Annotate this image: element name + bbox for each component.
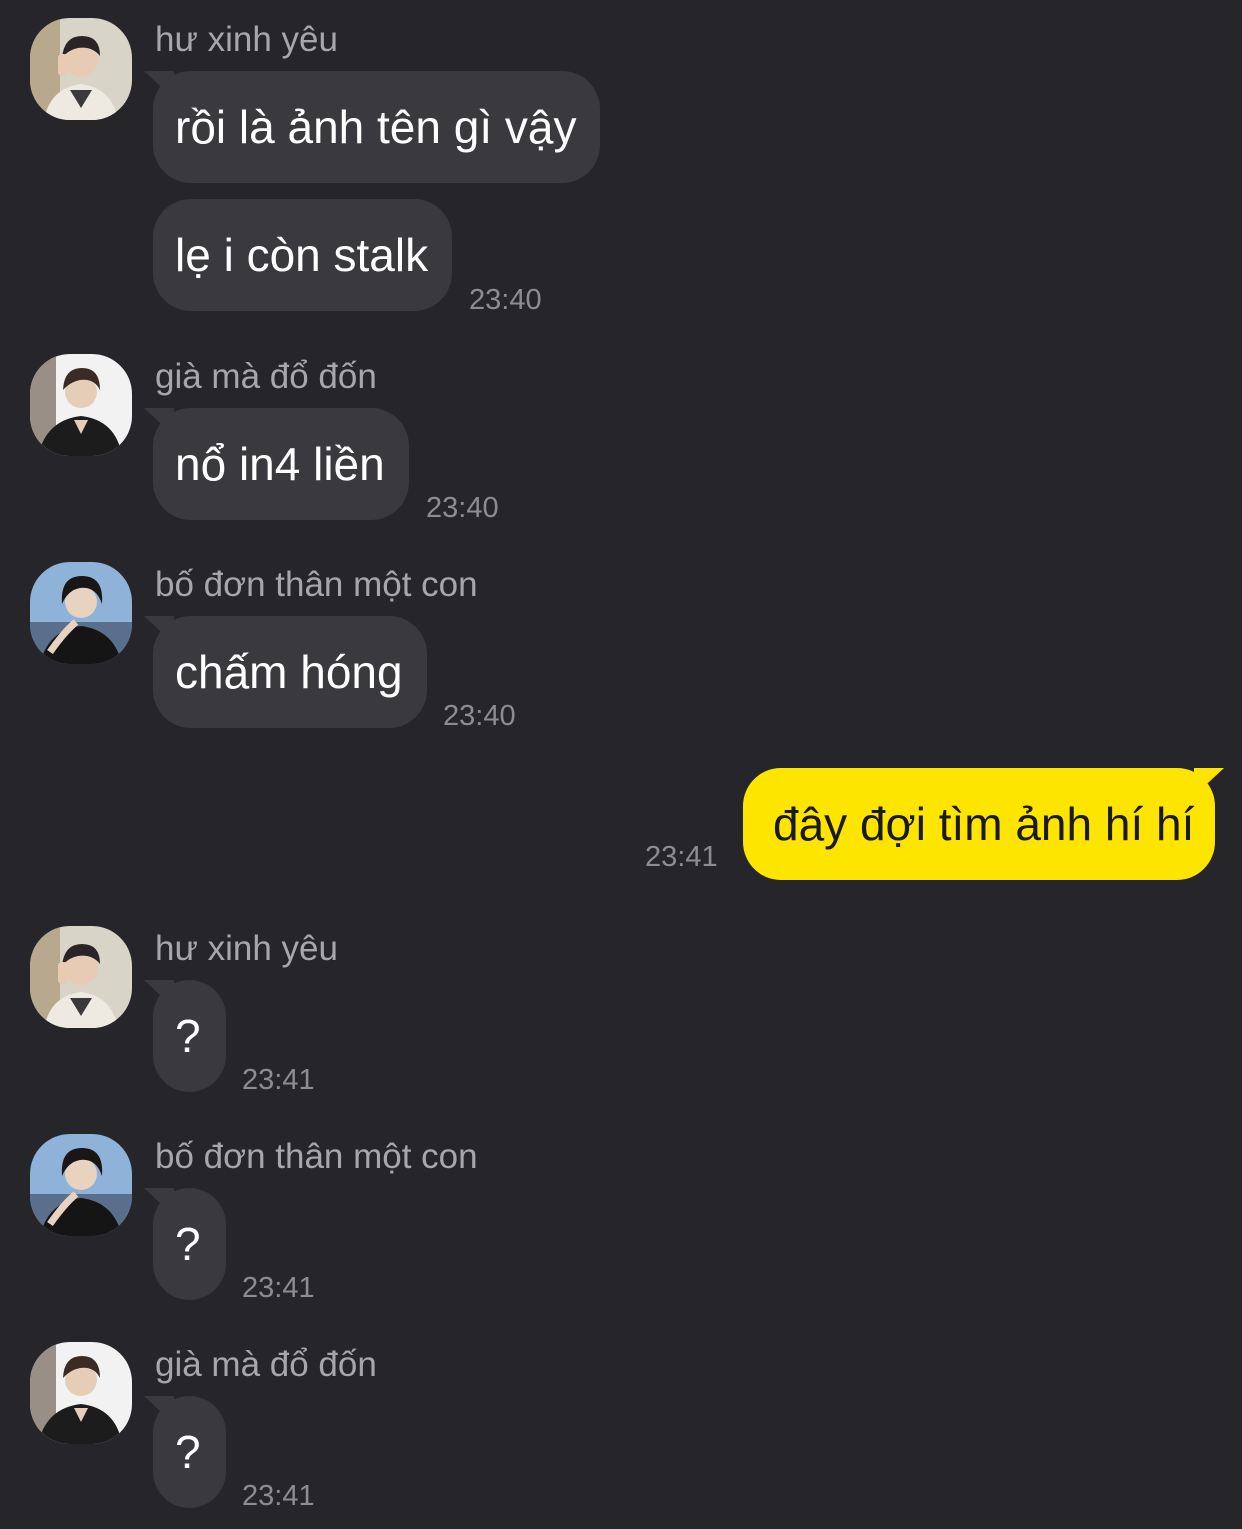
profile-photo-icon [30, 926, 132, 1028]
message-bubble[interactable]: nổ in4 liền [153, 408, 409, 520]
profile-photo-icon [30, 354, 132, 456]
message-time: 23:41 [242, 1480, 315, 1512]
message-bubble[interactable]: chấm hóng [153, 616, 427, 728]
message-text: lẹ i còn stalk [175, 229, 429, 281]
avatar-gia-ma-do-don[interactable] [30, 1342, 132, 1444]
sender-name: bố đơn thân một con [155, 565, 478, 604]
profile-photo-icon [30, 1134, 132, 1236]
message-text: nổ in4 liền [175, 438, 385, 490]
message-text: ? [175, 1010, 201, 1062]
sender-name: hư xinh yêu [155, 20, 338, 59]
sender-name: già mà đổ đốn [155, 1345, 377, 1384]
message-time: 23:41 [242, 1272, 315, 1304]
message-time: 23:40 [426, 492, 499, 524]
message-bubble[interactable]: rồi là ảnh tên gì vậy [153, 71, 601, 183]
message-time: 23:40 [469, 284, 542, 316]
message-time: 23:40 [443, 700, 516, 732]
profile-photo-icon [30, 18, 132, 120]
message-bubble[interactable]: ? [153, 1188, 226, 1300]
avatar-hu-xinh-yeu[interactable] [30, 926, 132, 1028]
message-bubble[interactable]: ? [153, 1396, 226, 1508]
message-time: 23:41 [645, 841, 718, 873]
message-text: ? [175, 1426, 201, 1478]
message-text: ? [175, 1218, 201, 1270]
avatar-bo-don-than-mot-con[interactable] [30, 562, 132, 664]
message-bubble[interactable]: ? [153, 980, 226, 1092]
sender-name: hư xinh yêu [155, 929, 338, 968]
message-bubble[interactable]: lẹ i còn stalk [153, 199, 453, 311]
avatar-hu-xinh-yeu[interactable] [30, 18, 132, 120]
avatar-bo-don-than-mot-con[interactable] [30, 1134, 132, 1236]
message-text: rồi là ảnh tên gì vậy [175, 101, 577, 153]
message-text: đây đợi tìm ảnh hí hí [773, 798, 1195, 850]
avatar-gia-ma-do-don[interactable] [30, 354, 132, 456]
message-time: 23:41 [242, 1064, 315, 1096]
sender-name: bố đơn thân một con [155, 1137, 478, 1176]
message-text: chấm hóng [175, 646, 403, 698]
sent-message-bubble[interactable]: đây đợi tìm ảnh hí hí [743, 768, 1215, 880]
sender-name: già mà đổ đốn [155, 357, 377, 396]
profile-photo-icon [30, 562, 132, 664]
profile-photo-icon [30, 1342, 132, 1444]
